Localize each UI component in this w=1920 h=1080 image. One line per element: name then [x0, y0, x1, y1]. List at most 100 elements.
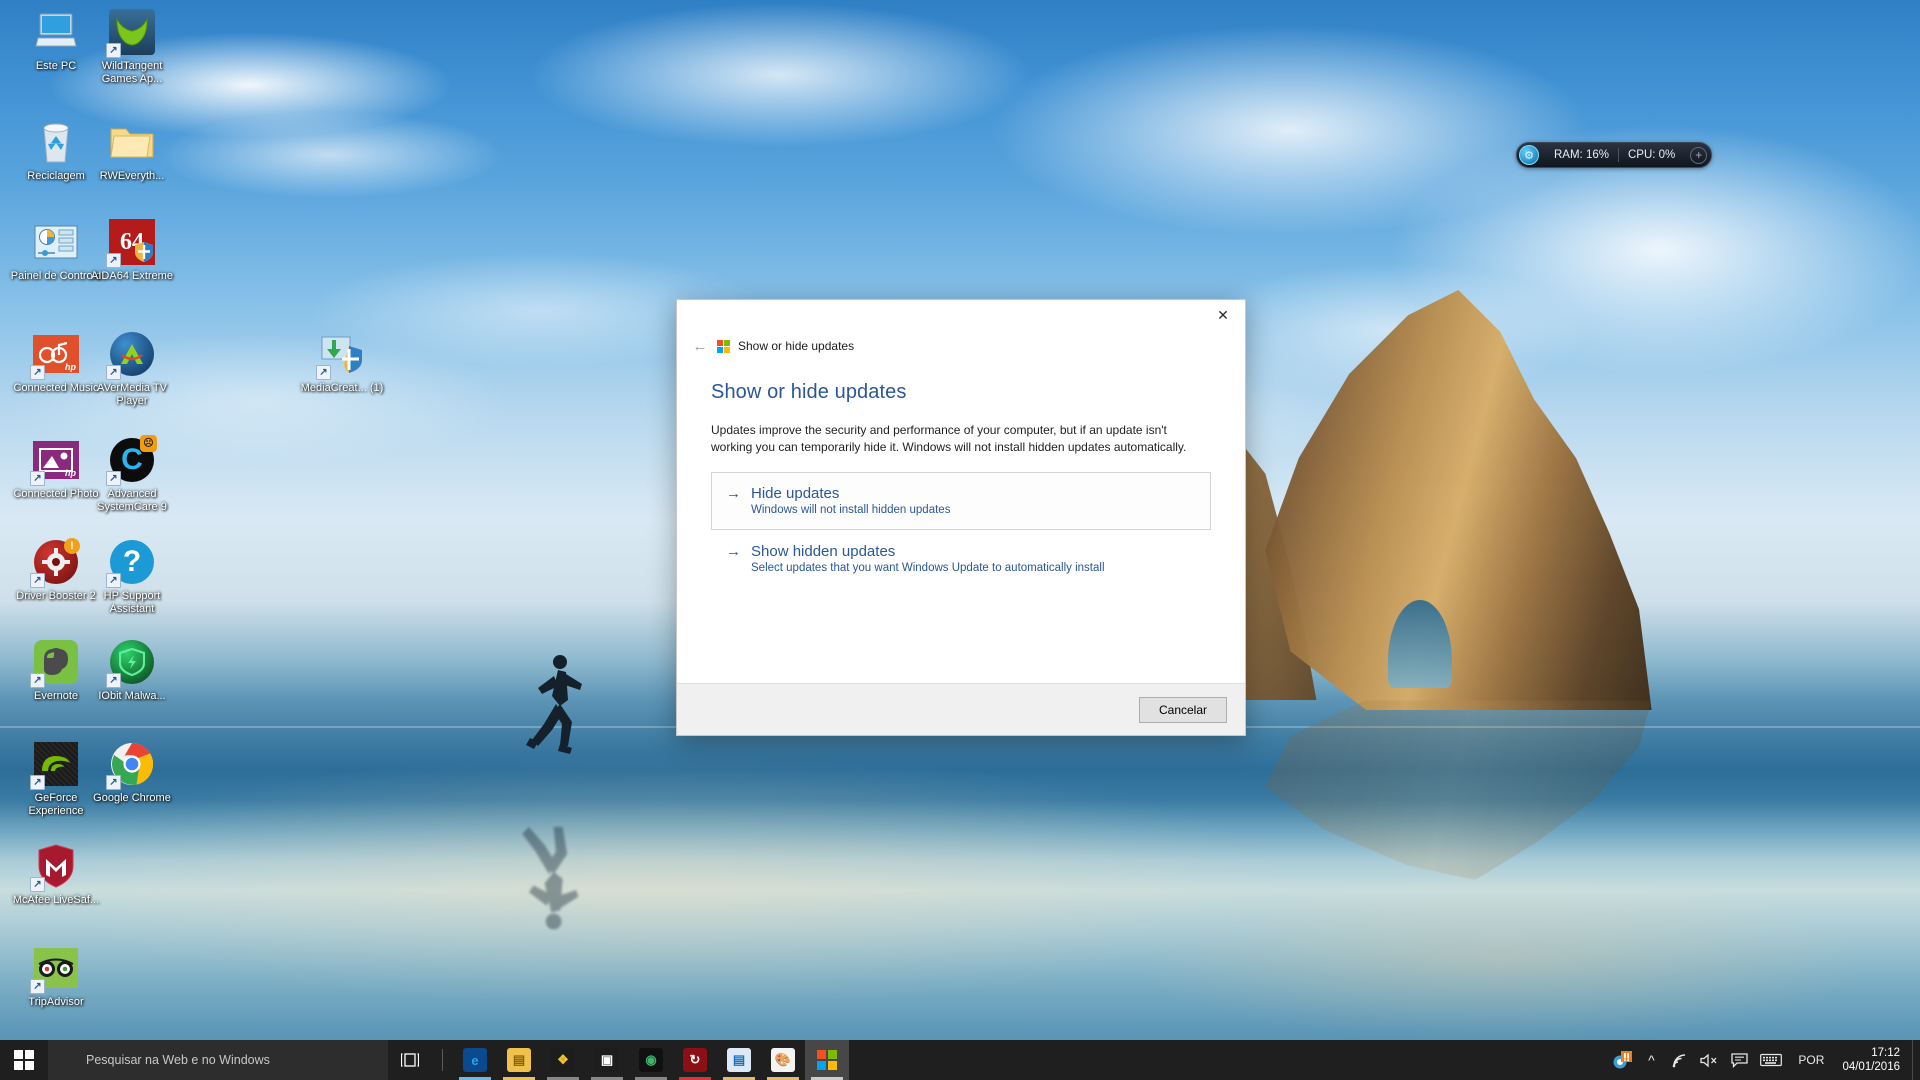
- desktop-icon-label: AIDA64 Extreme: [91, 270, 173, 282]
- powerpoint-window-icon: ▤: [727, 1048, 751, 1072]
- taskbar-app-list: e ▤ ❖ ▣ ◉ ↻ ▤ 🎨: [453, 1040, 849, 1080]
- desktop-icon-mcafee-livesafe[interactable]: ↗ McAfee LiveSaf...: [8, 842, 104, 907]
- clock-date: 04/01/2016: [1842, 1061, 1900, 1073]
- show-hidden-updates-title: Show hidden updates: [751, 543, 896, 560]
- hp-connected-photo-icon: hp ↗: [30, 436, 80, 486]
- advanced-systemcare-icon: C ☹ ↗: [106, 435, 157, 486]
- volume-muted-icon[interactable]: [1693, 1040, 1725, 1080]
- shortcut-overlay-icon: ↗: [30, 979, 45, 994]
- taskbar-microsoft-edge[interactable]: e: [453, 1040, 497, 1080]
- rweverything-folder-icon: [108, 118, 156, 166]
- task-view-button[interactable]: [388, 1040, 432, 1080]
- desktop-icon-advanced-systemcare[interactable]: C ☹ ↗ Advanced SystemCare 9: [84, 435, 180, 513]
- media-player-icon: ◉: [639, 1048, 663, 1072]
- taskbar-paint[interactable]: 🎨: [761, 1040, 805, 1080]
- shortcut-overlay-icon: ↗: [30, 673, 45, 688]
- desktop-icon-google-chrome[interactable]: ↗ Google Chrome: [84, 740, 180, 805]
- photo-gallery-icon: ❖: [551, 1048, 575, 1072]
- desktop-icon-aida64-extreme[interactable]: 64 ↗ AIDA64 Extreme: [84, 218, 180, 283]
- tripadvisor-icon: ↗: [30, 944, 80, 994]
- system-tray: ^ POR 17:12 04/01/2016: [1606, 1040, 1920, 1080]
- volume-glyph: [1700, 1053, 1717, 1067]
- shortcut-overlay-icon: ↗: [30, 877, 45, 892]
- desktop-icon-label: AVerMedia TV Player: [97, 382, 167, 407]
- desktop-icon-wildtangent-games[interactable]: ↗ WildTangent Games Ap...: [84, 8, 180, 85]
- wildtangent-games-icon: ↗: [106, 8, 156, 58]
- paint-icon: 🎨: [771, 1048, 795, 1072]
- back-arrow-icon[interactable]: ←: [689, 335, 711, 357]
- chevron-up-icon[interactable]: ^: [1638, 1040, 1664, 1080]
- gadget-logo-icon: ⚙: [1519, 145, 1539, 165]
- desktop-icon-label: MediaCreat... (1): [300, 382, 384, 394]
- cancel-button[interactable]: Cancelar: [1139, 696, 1227, 723]
- shortcut-overlay-icon: ↗: [106, 253, 121, 268]
- hide-updates-option[interactable]: → Hide updates Windows will not install …: [711, 472, 1211, 530]
- driver-booster-icon: ↻: [683, 1048, 707, 1072]
- desktop-icon-rweverything-folder[interactable]: RWEveryth...: [84, 118, 180, 183]
- clock[interactable]: 17:12 04/01/2016: [1834, 1040, 1912, 1080]
- shortcut-overlay-icon: ↗: [30, 471, 45, 486]
- taskbar-driver-booster[interactable]: ↻: [673, 1040, 717, 1080]
- this-pc-icon: [32, 8, 80, 56]
- wifi-icon[interactable]: [1664, 1040, 1693, 1080]
- desktop-icon-media-creation-tool[interactable]: ↗ MediaCreat... (1): [294, 330, 390, 395]
- language-indicator[interactable]: POR: [1788, 1040, 1834, 1080]
- windows-start-icon: [14, 1050, 34, 1070]
- touch-keyboard-icon[interactable]: [1754, 1040, 1788, 1080]
- desktop-icon-label: HP Support Assistant: [103, 590, 161, 615]
- show-desktop-button[interactable]: [1912, 1040, 1920, 1080]
- show-or-hide-updates-dialog[interactable]: ✕ ← Show or hide updates Show or hide up…: [676, 299, 1246, 736]
- show-hidden-updates-header: → Show hidden updates: [726, 543, 1196, 560]
- desktop[interactable]: Este PC ↗ WildTangent Games Ap... Recicla…: [0, 0, 1920, 1080]
- action-center-glyph: [1731, 1052, 1749, 1068]
- taskbar-show-or-hide-updates-window[interactable]: [805, 1040, 849, 1080]
- page-title: Show or hide updates: [711, 381, 907, 403]
- taskbar[interactable]: Pesquisar na Web e no Windows e ▤ ❖ ▣ ◉ ↻ ▤ 🎨: [0, 1040, 1920, 1080]
- shortcut-overlay-icon: ↗: [106, 673, 121, 688]
- mcafee-livesafe-icon: ↗: [30, 842, 80, 892]
- taskbar-file-explorer[interactable]: ▤: [497, 1040, 541, 1080]
- windows-logo-icon: [717, 339, 730, 353]
- desktop-icon-iobit-malware-fighter[interactable]: ↗ IObit Malwa...: [84, 638, 180, 703]
- desktop-icon-label: Advanced SystemCare 9: [97, 488, 167, 513]
- desktop-icon-avermedia-tv-player[interactable]: ↗ AVerMedia TV Player: [84, 330, 180, 407]
- dialog-body: Show or hide updates Updates improve the…: [677, 359, 1245, 683]
- start-button[interactable]: [0, 1040, 48, 1080]
- shortcut-overlay-icon: ↗: [30, 365, 45, 380]
- media-creation-tool-icon: ↗: [316, 330, 366, 380]
- search-placeholder: Pesquisar na Web e no Windows: [86, 1053, 270, 1067]
- dialog-title-bar[interactable]: ✕: [677, 300, 1245, 333]
- show-hidden-updates-option[interactable]: → Show hidden updates Select updates tha…: [711, 530, 1211, 588]
- clock-time: 17:12: [1871, 1047, 1900, 1059]
- hide-updates-subtitle: Windows will not install hidden updates: [751, 504, 951, 516]
- taskbar-microsoft-store[interactable]: ▣: [585, 1040, 629, 1080]
- shortcut-overlay-icon: ↗: [30, 775, 45, 790]
- aida64-extreme-icon: 64 ↗: [106, 218, 156, 268]
- system-monitor-gadget[interactable]: ⚙ RAM: 16% CPU: 0% +: [1516, 142, 1713, 168]
- task-view-icon: [401, 1053, 419, 1067]
- desktop-icon-tripadvisor[interactable]: ↗ TripAdvisor: [8, 944, 104, 1009]
- action-center-icon[interactable]: [1725, 1040, 1754, 1080]
- show-or-hide-updates-window-icon: [815, 1048, 839, 1072]
- taskbar-powerpoint-window[interactable]: ▤: [717, 1040, 761, 1080]
- desktop-icon-hp-support-assistant[interactable]: ? ↗ HP Support Assistant: [84, 538, 180, 615]
- avermedia-tv-player-icon: ↗: [106, 330, 156, 380]
- right-arrow-icon: →: [726, 485, 741, 502]
- taskbar-photo-gallery[interactable]: ❖: [541, 1040, 585, 1080]
- google-chrome-icon: ↗: [106, 740, 156, 790]
- taskbar-media-player[interactable]: ◉: [629, 1040, 673, 1080]
- close-icon[interactable]: ✕: [1201, 300, 1245, 330]
- dialog-nav-bar: ← Show or hide updates: [677, 333, 1245, 359]
- evernote-icon: ↗: [30, 638, 80, 688]
- desktop-icon-label: RWEveryth...: [99, 170, 165, 182]
- notification-glyph: [1613, 1051, 1633, 1069]
- gadget-expand-button[interactable]: +: [1690, 146, 1708, 164]
- avast-notification-icon[interactable]: [1606, 1040, 1638, 1080]
- file-explorer-icon: ▤: [507, 1048, 531, 1072]
- shortcut-overlay-icon: ↗: [106, 775, 121, 790]
- search-input[interactable]: Pesquisar na Web e no Windows: [48, 1040, 388, 1080]
- iobit-malware-fighter-icon: ↗: [106, 638, 156, 688]
- hide-updates-title: Hide updates: [751, 485, 840, 502]
- hide-updates-header: → Hide updates: [726, 485, 1196, 502]
- gadget-cpu-label: CPU: 0%: [1627, 149, 1676, 161]
